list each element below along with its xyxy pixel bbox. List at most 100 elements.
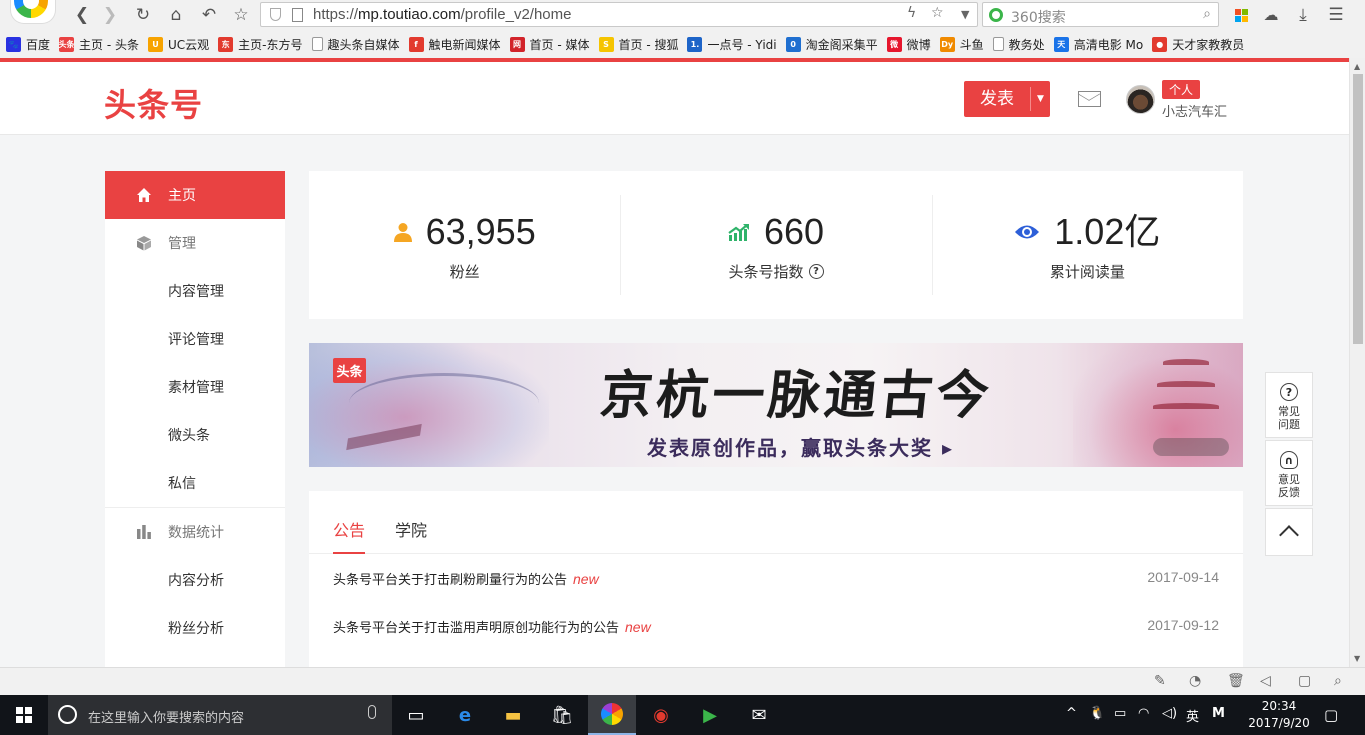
sidebar-item[interactable]: 评论管理 xyxy=(105,315,285,363)
bookmark-item[interactable]: 0 淘金阁采集平 xyxy=(785,36,878,53)
caret-down-icon[interactable]: ▼ xyxy=(1031,81,1050,117)
forward-icon[interactable]: ❯ xyxy=(98,3,122,27)
bookmark-item[interactable]: 头条 主页 - 头条 xyxy=(59,36,139,53)
address-bar[interactable]: https://mp.toutiao.com/profile_v2/home ϟ… xyxy=(260,2,978,27)
pin-icon[interactable]: ✎ xyxy=(1154,673,1166,689)
notification-icon[interactable]: ▢ xyxy=(1324,706,1338,724)
video-player-icon[interactable]: ▶ xyxy=(686,695,734,735)
user-icon xyxy=(393,222,412,242)
task-view-icon[interactable]: ▭ xyxy=(392,695,440,735)
favorite-star-icon[interactable]: ☆ xyxy=(229,3,253,27)
promo-banner[interactable]: 头条 京杭一脉通古今 发表原创作品，赢取头条大奖 ▸ xyxy=(309,343,1243,467)
volume-icon[interactable]: ◁ xyxy=(1260,673,1271,689)
360-browser-task-icon[interactable] xyxy=(588,695,636,735)
edge-browser-icon[interactable]: e xyxy=(441,695,489,735)
netease-music-icon[interactable]: ◉ xyxy=(637,695,685,735)
bookmark-favicon-icon: 东 xyxy=(218,36,234,52)
scroll-thumb[interactable] xyxy=(1353,74,1363,344)
reload-icon[interactable]: ↻ xyxy=(131,3,155,27)
start-button[interactable] xyxy=(0,695,48,735)
bookmark-item[interactable]: Dy 斗鱼 xyxy=(939,36,984,53)
announcement-title[interactable]: 头条号平台关于打击滥用声明原创功能行为的公告 new xyxy=(333,617,651,636)
faq-button[interactable]: ? 常见问题 xyxy=(1265,372,1313,438)
tray-expand-icon[interactable]: ^ xyxy=(1066,706,1077,721)
bookmark-favicon-icon: 头条 xyxy=(59,36,75,52)
vertical-scrollbar[interactable]: ▲ ▼ xyxy=(1349,58,1365,667)
sidebar-item[interactable]: 内容分析 xyxy=(105,556,285,604)
bookmark-item[interactable]: 趣头条自媒体 xyxy=(311,36,400,53)
undo-close-icon[interactable]: ↶ xyxy=(197,3,221,27)
menu-icon[interactable]: ☰ xyxy=(1324,3,1348,27)
bookmark-item[interactable]: ● 天才家教教员 xyxy=(1152,36,1244,53)
chevron-down-icon[interactable]: ▼ xyxy=(961,8,969,21)
bookmark-favicon-icon: 1. xyxy=(687,36,703,52)
back-to-top-button[interactable] xyxy=(1265,508,1313,556)
sidebar-item[interactable]: 素材管理 xyxy=(105,363,285,411)
bookmark-item[interactable]: U UC云观 xyxy=(147,36,209,53)
bookmark-item[interactable]: 微微博 xyxy=(886,36,931,53)
microphone-icon[interactable] xyxy=(368,705,376,719)
store-icon[interactable]: 🛍 xyxy=(538,695,586,735)
sidebar-item[interactable]: 主页 xyxy=(105,171,285,219)
scroll-down-icon[interactable]: ▼ xyxy=(1354,654,1360,663)
publish-label[interactable]: 发表 xyxy=(964,81,1030,117)
ime-indicator[interactable]: 英 xyxy=(1186,706,1199,725)
bookmark-favicon-icon: 🐾 xyxy=(6,36,21,52)
page-icon xyxy=(292,8,303,22)
ime-mode-icon[interactable]: M xyxy=(1212,706,1225,721)
banner-pager[interactable] xyxy=(1153,438,1229,456)
browser-logo-icon[interactable] xyxy=(10,0,56,24)
speaker-icon[interactable]: ◁) xyxy=(1162,706,1177,721)
stat-value: 63,955 xyxy=(425,211,536,252)
bookmark-item[interactable]: f 触电新闻媒体 xyxy=(408,36,501,53)
username[interactable]: 小志汽车汇 xyxy=(1162,101,1227,120)
help-icon[interactable]: ? xyxy=(808,264,824,279)
download-icon[interactable]: ⤓ xyxy=(1291,3,1315,27)
lightning-icon[interactable]: ϟ xyxy=(907,5,916,21)
taskbar-search[interactable]: 在这里输入你要搜索的内容 xyxy=(48,695,392,735)
file-explorer-icon[interactable]: ▬ xyxy=(489,695,537,735)
bookmark-star-icon[interactable]: ☆ xyxy=(931,5,944,21)
qq-icon[interactable]: 🐧 xyxy=(1089,706,1105,721)
apps-grid-icon[interactable] xyxy=(1229,3,1253,27)
announcement-row[interactable]: 头条号平台关于打击滥用声明原创功能行为的公告 new 2017-09-12 xyxy=(309,602,1243,650)
search-icon[interactable]: ⌕ xyxy=(1203,6,1211,22)
bookmark-item[interactable]: S 首页 - 搜狐 xyxy=(598,36,678,53)
wifi-icon[interactable]: ◠ xyxy=(1138,706,1149,721)
window-icon[interactable]: ▢ xyxy=(1298,673,1311,689)
feedback-button[interactable]: ∩ 意见反馈 xyxy=(1265,440,1313,506)
zoom-icon[interactable]: ⌕ xyxy=(1334,673,1342,689)
sidebar-item[interactable]: 私信 xyxy=(105,459,285,507)
cloud-icon[interactable]: ☁ xyxy=(1259,3,1283,27)
announcement-list: 头条号平台关于打击刷粉刷量行为的公告 new 2017-09-14 头条号平台关于打击… xyxy=(309,554,1243,650)
search-box[interactable]: 360搜索 ⌕ xyxy=(982,2,1219,27)
accelerate-icon[interactable]: ◔ xyxy=(1189,673,1201,689)
bookmark-item[interactable]: 天高清电影 Mo xyxy=(1053,36,1143,53)
home-icon[interactable]: ⌂ xyxy=(164,3,188,27)
taskbar-clock[interactable]: 20:34 2017/9/20 xyxy=(1247,698,1311,732)
url-text[interactable]: https://mp.toutiao.com/profile_v2/home xyxy=(313,6,571,23)
tab-academy[interactable]: 学院 xyxy=(395,517,427,541)
sidebar-item[interactable]: 数据统计 xyxy=(105,508,285,556)
avatar[interactable] xyxy=(1126,85,1155,114)
sidebar-item[interactable]: 微头条 xyxy=(105,411,285,459)
trash-icon[interactable]: 🗑 xyxy=(1227,673,1245,689)
sidebar-item[interactable]: 内容管理 xyxy=(105,267,285,315)
announcement-title[interactable]: 头条号平台关于打击刷粉刷量行为的公告 new xyxy=(333,569,599,588)
battery-icon[interactable]: ▭ xyxy=(1114,706,1126,721)
bookmark-item[interactable]: 1. 一点号 - Yidi xyxy=(687,36,777,53)
announcement-row[interactable]: 头条号平台关于打击刷粉刷量行为的公告 new 2017-09-14 xyxy=(309,554,1243,602)
bookmark-item[interactable]: 东主页-东方号 xyxy=(218,36,303,53)
publish-button[interactable]: 发表 ▼ xyxy=(964,81,1050,117)
bookmark-item[interactable]: 网首页 - 媒体 xyxy=(509,36,590,53)
sidebar-item[interactable]: 管理 xyxy=(105,219,285,267)
bookmark-item[interactable]: 🐾 百度 xyxy=(6,36,50,53)
mail-app-icon[interactable]: ✉ xyxy=(735,695,783,735)
toutiaohao-logo[interactable]: 头条号 xyxy=(104,80,203,126)
back-icon[interactable]: ❮ xyxy=(70,3,94,27)
mail-icon[interactable] xyxy=(1078,91,1101,107)
tab-announcements[interactable]: 公告 xyxy=(333,517,366,554)
sidebar-item[interactable]: 粉丝分析 xyxy=(105,604,285,652)
bookmark-item[interactable]: 教务处 xyxy=(992,36,1045,53)
scroll-up-icon[interactable]: ▲ xyxy=(1354,62,1360,71)
